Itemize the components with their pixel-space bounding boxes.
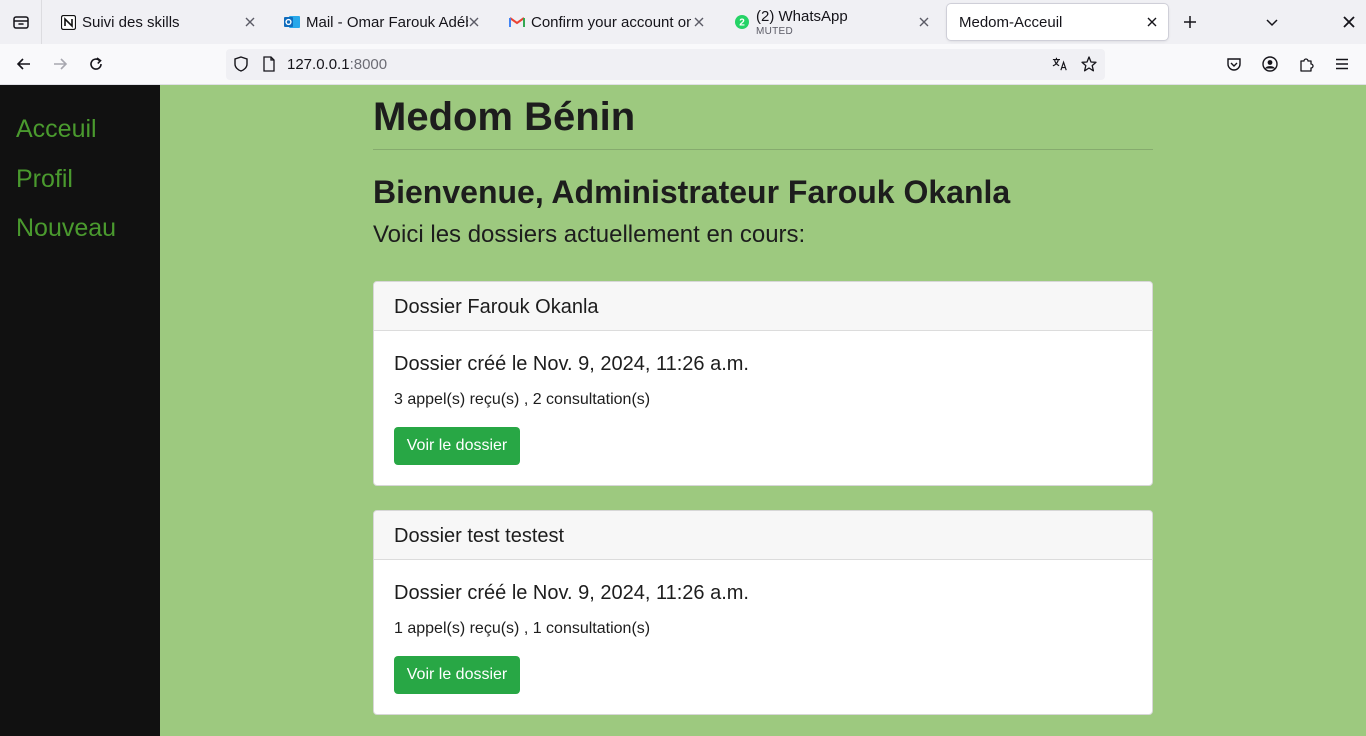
page-icon[interactable] — [261, 56, 277, 72]
tab-mail[interactable]: Mail - Omar Farouk Adébayo — [276, 0, 490, 44]
card-header: Dossier test testest — [374, 511, 1152, 560]
voir-dossier-button[interactable]: Voir le dossier — [394, 427, 520, 465]
intro-text: Voici les dossiers actuellement en cours… — [373, 221, 806, 248]
url-host: 127.0.0.1 — [287, 56, 350, 73]
sidebar-item-nouveau[interactable]: Nouveau — [16, 214, 116, 243]
tray-icon — [12, 16, 29, 29]
tab-title: Mail - Omar Farouk Adébayo — [306, 13, 468, 31]
arrow-left-icon — [16, 58, 30, 70]
page-content: Acceuil Profil Nouveau Medom Bénin Bienv… — [0, 85, 1366, 736]
menu-button[interactable] — [1330, 52, 1354, 76]
close-tab-icon[interactable] — [691, 14, 707, 30]
navigation-toolbar: 127.0.0.1:8000 — [0, 44, 1366, 85]
hamburger-menu-icon — [1336, 58, 1348, 70]
tab-title-group: (2) WhatsApp MUTED — [756, 8, 848, 37]
sidebar-item-acceuil[interactable]: Acceuil — [16, 115, 97, 144]
translate-icon[interactable] — [1052, 56, 1068, 72]
dossier-stats: 3 appel(s) reçu(s) , 2 consultation(s) — [394, 391, 651, 408]
back-button[interactable] — [12, 52, 36, 76]
welcome-heading: Bienvenue, Administrateur Farouk Okanla — [373, 174, 1011, 210]
tab-title: (2) WhatsApp — [756, 7, 848, 25]
close-tab-icon[interactable] — [1144, 14, 1160, 30]
close-tab-icon[interactable] — [466, 14, 482, 30]
dossier-date: Dossier créé le Nov. 9, 2024, 11:26 a.m. — [394, 582, 749, 604]
card-header: Dossier Farouk Okanla — [374, 282, 1152, 331]
close-tab-icon[interactable] — [916, 14, 932, 30]
dossier-card: Dossier test testest Dossier créé le Nov… — [373, 510, 1153, 715]
tab-confirm-account[interactable]: Confirm your account on — [501, 0, 715, 44]
tab-bar: Suivi des skills Mail - Omar Farouk Adéb… — [0, 0, 1366, 44]
account-icon — [1262, 56, 1278, 72]
dossier-card: Dossier Farouk Okanla Dossier créé le No… — [373, 281, 1153, 486]
plus-icon — [1184, 16, 1196, 28]
dossier-date: Dossier créé le Nov. 9, 2024, 11:26 a.m. — [394, 353, 749, 375]
url-text[interactable]: 127.0.0.1:8000 — [287, 56, 387, 73]
whatsapp-icon: 2 — [734, 14, 750, 30]
arrow-right-icon — [54, 58, 68, 70]
dossier-title: Dossier Farouk Okanla — [394, 296, 599, 318]
gmail-icon — [509, 14, 525, 30]
tab-medom-acceuil[interactable]: Medom-Acceuil — [947, 4, 1168, 40]
bookmark-star-icon[interactable] — [1081, 56, 1097, 72]
shield-icon[interactable] — [233, 56, 249, 72]
dossier-title: Dossier test testest — [394, 525, 565, 547]
title-divider — [373, 149, 1153, 150]
chevron-down-icon — [1266, 19, 1278, 27]
puzzle-icon — [1300, 58, 1314, 72]
close-icon — [1343, 16, 1355, 28]
tab-title: Confirm your account on — [531, 13, 691, 31]
outlook-icon — [284, 14, 300, 30]
extensions-button[interactable] — [1294, 52, 1318, 76]
reload-button[interactable] — [84, 52, 108, 76]
new-tab-button[interactable] — [1178, 10, 1202, 34]
forward-button[interactable] — [48, 52, 72, 76]
tab-suivi-des-skills[interactable]: Suivi des skills — [52, 0, 266, 44]
url-port: :8000 — [349, 56, 388, 73]
close-tab-icon[interactable] — [242, 14, 258, 30]
account-button[interactable] — [1258, 52, 1282, 76]
tab-title: Suivi des skills — [82, 13, 180, 31]
tab-overview-button[interactable] — [0, 0, 42, 44]
tab-title: Medom-Acceuil — [959, 13, 1063, 31]
dossier-stats: 1 appel(s) reçu(s) , 1 consultation(s) — [394, 620, 651, 637]
notion-icon — [60, 14, 76, 30]
close-window-button[interactable] — [1337, 10, 1361, 34]
site-title: Medom Bénin — [373, 95, 636, 139]
pocket-button[interactable] — [1222, 52, 1246, 76]
whatsapp-badge: 2 — [739, 18, 745, 29]
list-all-tabs-button[interactable] — [1260, 10, 1284, 34]
address-bar[interactable]: 127.0.0.1:8000 — [226, 49, 1105, 80]
voir-dossier-button[interactable]: Voir le dossier — [394, 656, 520, 694]
sidebar: Acceuil Profil Nouveau — [0, 85, 160, 736]
sidebar-item-profil[interactable]: Profil — [16, 165, 73, 194]
reload-icon — [90, 57, 102, 70]
pocket-icon — [1227, 58, 1241, 71]
tab-whatsapp[interactable]: 2 (2) WhatsApp MUTED — [726, 0, 940, 44]
tab-muted-label: MUTED — [756, 25, 794, 37]
